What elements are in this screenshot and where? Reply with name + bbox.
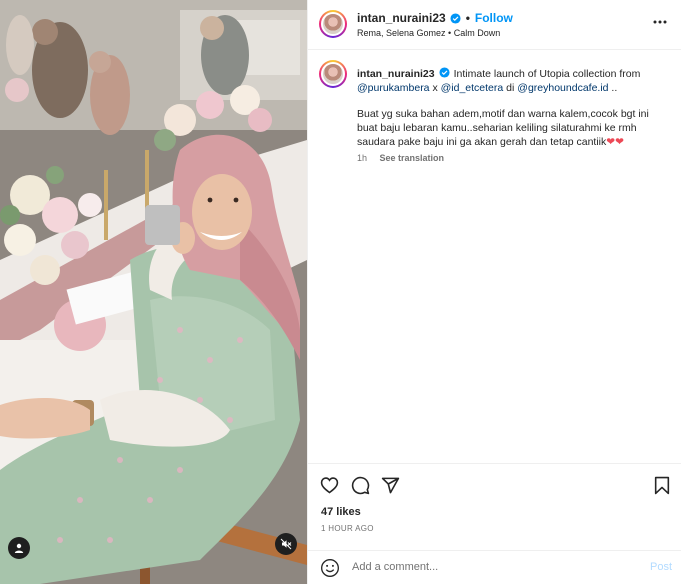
user-tag-button[interactable]: [8, 537, 30, 559]
username-link[interactable]: intan_nuraini23: [357, 11, 446, 25]
caption-avatar[interactable]: [319, 60, 347, 88]
mute-button[interactable]: [275, 533, 297, 555]
emoji-icon[interactable]: [320, 558, 340, 578]
post-details-panel: intan_nuraini23 • Follow Rema, Selena Go…: [307, 0, 681, 584]
follow-button[interactable]: Follow: [475, 11, 513, 25]
timestamp: 1 HOUR AGO: [321, 524, 374, 533]
like-count[interactable]: 47 likes: [321, 506, 361, 518]
mention-greyhoundcafe[interactable]: @greyhoundcafe.id: [517, 82, 608, 94]
header-user-row: intan_nuraini23 • Follow: [357, 11, 513, 25]
post-comment-button[interactable]: Post: [650, 561, 672, 573]
instagram-post-window: intan_nuraini23 • Follow Rema, Selena Go…: [0, 0, 681, 584]
like-button[interactable]: [319, 475, 339, 495]
comment-icon: [351, 476, 369, 494]
caption-text: intan_nuraini23 Intimate launch of Utopia…: [357, 67, 669, 95]
caption-trail: ..: [611, 82, 618, 94]
post-header: intan_nuraini23 • Follow Rema, Selena Go…: [308, 0, 681, 50]
caption-body: Buat yg suka bahan adem,motif dan warna …: [357, 107, 667, 149]
save-button[interactable]: [652, 475, 672, 495]
caption-meta: 1h See translation: [357, 153, 454, 163]
action-bar: 47 likes 1 HOUR AGO: [308, 463, 681, 544]
heart-icon: [320, 477, 338, 494]
caption-x: x: [432, 82, 438, 94]
heart-emojis: ❤❤: [606, 136, 624, 148]
mention-purukambera[interactable]: @purukambera: [357, 82, 430, 94]
avatar[interactable]: [319, 10, 347, 38]
caption-username[interactable]: intan_nuraini23: [357, 68, 435, 80]
share-icon: [381, 477, 399, 493]
comment-bar: Post: [308, 550, 681, 584]
user-tag-icon: [14, 543, 24, 553]
see-translation-link[interactable]: See translation: [380, 153, 445, 163]
post-time: 1h: [357, 153, 368, 163]
caption-di: di: [506, 82, 515, 94]
verified-badge-icon: [450, 12, 461, 24]
separator-dot: •: [465, 11, 470, 25]
comment-button[interactable]: [350, 475, 370, 495]
post-video[interactable]: [0, 0, 307, 584]
caption-intro: Intimate launch of Utopia collection fro…: [453, 68, 641, 80]
share-button[interactable]: [380, 475, 400, 495]
more-options-button[interactable]: [652, 14, 668, 30]
video-frame: [0, 0, 307, 584]
audio-label[interactable]: Rema, Selena Gomez • Calm Down: [357, 28, 500, 38]
bookmark-icon: [654, 476, 670, 494]
verified-badge-icon: [439, 67, 450, 78]
comment-input[interactable]: [350, 560, 604, 574]
more-options-icon: [653, 20, 667, 24]
mute-icon: [280, 538, 292, 550]
mention-id-etcetera[interactable]: @id_etcetera: [441, 82, 504, 94]
